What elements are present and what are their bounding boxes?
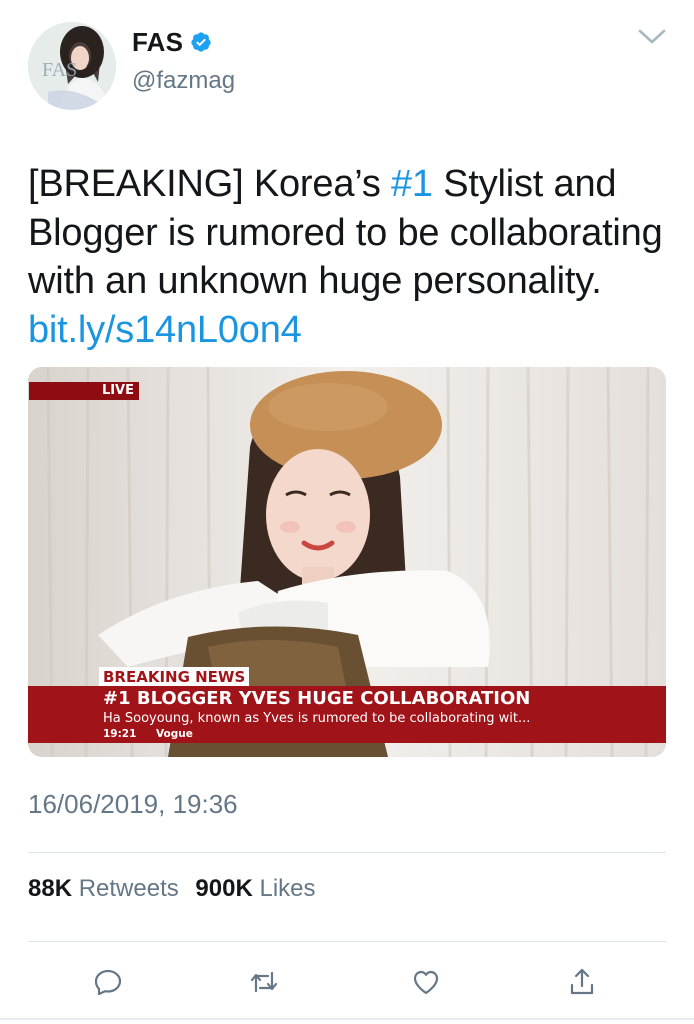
news-ticker-bar: #1 BLOGGER YVES HUGE COLLABORATION Ha So… [28, 686, 666, 743]
user-handle[interactable]: @fazmag [132, 67, 235, 95]
divider [28, 941, 666, 942]
likes-stat[interactable]: 900K Likes [195, 875, 315, 903]
chevron-down-icon[interactable] [636, 26, 668, 48]
bottom-border [0, 1018, 694, 1020]
tweet-actions [0, 960, 694, 1008]
avatar[interactable]: FAS [28, 22, 116, 110]
url-link[interactable]: bit.ly/s14nL0on4 [28, 309, 302, 351]
likes-label: Likes [259, 875, 316, 902]
share-icon[interactable] [566, 966, 598, 998]
tweet-media-image[interactable]: LIVE BREAKING NEWS #1 BLOGGER YVES HUGE … [28, 367, 666, 757]
reply-icon[interactable] [92, 966, 124, 998]
live-label: LIVE [98, 383, 137, 398]
verified-badge-icon [191, 32, 211, 52]
retweets-stat[interactable]: 88K Retweets [28, 875, 179, 903]
hashtag-link[interactable]: #1 [391, 163, 433, 205]
display-name[interactable]: FAS [132, 27, 183, 58]
tweet-text-part: [BREAKING] Korea’s [28, 163, 391, 205]
retweets-count: 88K [28, 875, 73, 902]
news-headline: #1 BLOGGER YVES HUGE COLLABORATION [103, 688, 531, 709]
heart-icon[interactable] [410, 966, 442, 998]
retweet-icon[interactable] [248, 966, 280, 998]
tweet-stats: 88K Retweets 900K Likes [28, 875, 326, 903]
live-badge: LIVE [29, 382, 139, 400]
breaking-news-label: BREAKING NEWS [99, 667, 250, 687]
avatar-image: FAS [28, 22, 116, 110]
divider [28, 852, 666, 853]
tweet-text: [BREAKING] Korea’s #1 Stylist and Blogge… [28, 160, 668, 354]
likes-count: 900K [195, 875, 253, 902]
news-source: Vogue [156, 728, 193, 740]
tweet-header: FAS FAS @fazmag [0, 0, 694, 130]
tweet-timestamp[interactable]: 16/06/2019, 19:36 [28, 789, 238, 820]
news-time: 19:21 [103, 728, 137, 740]
avatar-watermark: FAS [42, 59, 77, 81]
retweets-label: Retweets [78, 875, 179, 902]
news-subline: Ha Sooyoung, known as Yves is rumored to… [103, 711, 531, 726]
